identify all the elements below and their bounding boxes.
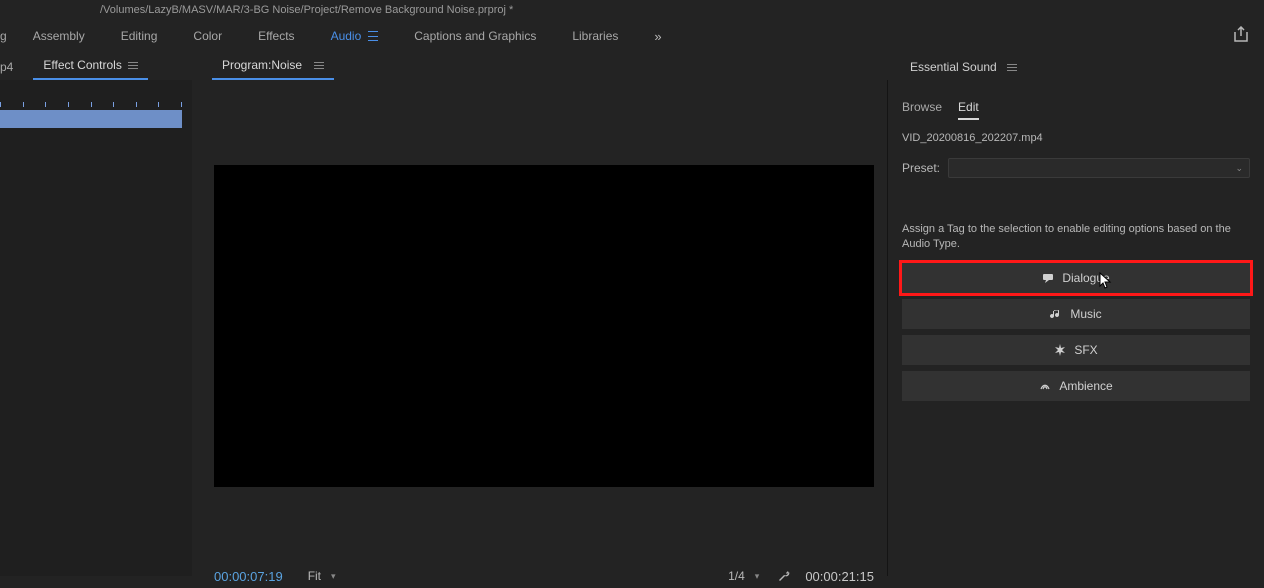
es-tab-browse[interactable]: Browse bbox=[902, 100, 942, 120]
tag-label: SFX bbox=[1074, 343, 1097, 357]
workspace-tab-libraries[interactable]: Libraries bbox=[554, 20, 636, 52]
dialogue-icon bbox=[1042, 272, 1054, 284]
title-bar: /Volumes/LazyB/MASV/MAR/3-BG Noise/Proje… bbox=[0, 0, 1264, 20]
essential-sound-tab[interactable]: Essential Sound bbox=[900, 54, 1027, 80]
sfx-icon bbox=[1054, 344, 1066, 356]
workspace-tabs: g Assembly Editing Color Effects Audio C… bbox=[0, 20, 1264, 52]
panel-menu-icon[interactable] bbox=[1007, 64, 1017, 71]
tag-label: Music bbox=[1070, 307, 1101, 321]
effect-controls-tab[interactable]: Effect Controls bbox=[33, 52, 147, 80]
resolution-select[interactable]: 1/4 ▾ bbox=[728, 569, 759, 583]
chevron-down-icon: ▾ bbox=[755, 571, 760, 582]
workspace-tab-captions[interactable]: Captions and Graphics bbox=[396, 20, 554, 52]
panel-menu-icon[interactable] bbox=[128, 62, 138, 69]
effect-controls-panel bbox=[0, 80, 192, 576]
hamburger-icon bbox=[368, 31, 378, 41]
essential-sound-panel: Browse Edit VID_20200816_202207.mp4 Pres… bbox=[887, 80, 1264, 576]
preset-row: Preset: ⌄ bbox=[888, 154, 1264, 182]
settings-wrench-icon[interactable] bbox=[777, 568, 791, 585]
clip-bar[interactable] bbox=[0, 110, 182, 128]
tag-music-button[interactable]: Music bbox=[902, 299, 1250, 329]
export-icon[interactable] bbox=[1232, 26, 1250, 47]
workspace-tab-assembly[interactable]: Assembly bbox=[15, 20, 103, 52]
chevron-down-icon: ▾ bbox=[331, 571, 336, 582]
ambience-icon bbox=[1039, 380, 1051, 392]
workspace-tab-color[interactable]: Color bbox=[175, 20, 240, 52]
program-monitor-panel: 00:00:07:19 Fit ▾ 1/4 ▾ 00:00:21:15 bbox=[192, 80, 887, 576]
timecode-current[interactable]: 00:00:07:19 bbox=[214, 569, 283, 584]
assign-tag-instructions: Assign a Tag to the selection to enable … bbox=[888, 182, 1264, 263]
tag-sfx-button[interactable]: SFX bbox=[902, 335, 1250, 365]
tag-dialogue-button[interactable]: Dialogue bbox=[902, 263, 1250, 293]
preset-label: Preset: bbox=[902, 161, 940, 175]
workspace-tab-effects[interactable]: Effects bbox=[240, 20, 312, 52]
preset-dropdown[interactable]: ⌄ bbox=[948, 158, 1250, 178]
overflow-icon[interactable]: » bbox=[654, 29, 658, 44]
video-preview[interactable] bbox=[214, 165, 874, 487]
essential-sound-subtabs: Browse Edit bbox=[888, 88, 1264, 128]
workspace-tab-audio[interactable]: Audio bbox=[313, 20, 397, 52]
panel-header-row: p4 Effect Controls Program: Noise Essent… bbox=[0, 52, 1264, 80]
tag-ambience-button[interactable]: Ambience bbox=[902, 371, 1250, 401]
transport-bar: 00:00:07:19 Fit ▾ 1/4 ▾ 00:00:21:15 bbox=[214, 564, 874, 588]
chevron-down-icon: ⌄ bbox=[1235, 163, 1243, 174]
zoom-fit-select[interactable]: Fit ▾ bbox=[308, 569, 336, 583]
program-panel-tab[interactable]: Program: Noise bbox=[212, 52, 334, 80]
source-panel-tab[interactable]: p4 bbox=[0, 54, 19, 80]
workspace-tab-cut[interactable]: g bbox=[0, 20, 15, 52]
panel-menu-icon[interactable] bbox=[314, 62, 324, 69]
music-icon bbox=[1050, 308, 1062, 320]
timecode-duration: 00:00:21:15 bbox=[805, 569, 874, 584]
workspace-tab-editing[interactable]: Editing bbox=[103, 20, 176, 52]
es-tab-edit[interactable]: Edit bbox=[958, 100, 979, 120]
tag-label: Ambience bbox=[1059, 379, 1112, 393]
tag-label: Dialogue bbox=[1062, 271, 1109, 285]
selected-clip-name: VID_20200816_202207.mp4 bbox=[888, 128, 1264, 154]
project-path: /Volumes/LazyB/MASV/MAR/3-BG Noise/Proje… bbox=[100, 4, 513, 16]
timeline-ticks bbox=[0, 102, 182, 108]
